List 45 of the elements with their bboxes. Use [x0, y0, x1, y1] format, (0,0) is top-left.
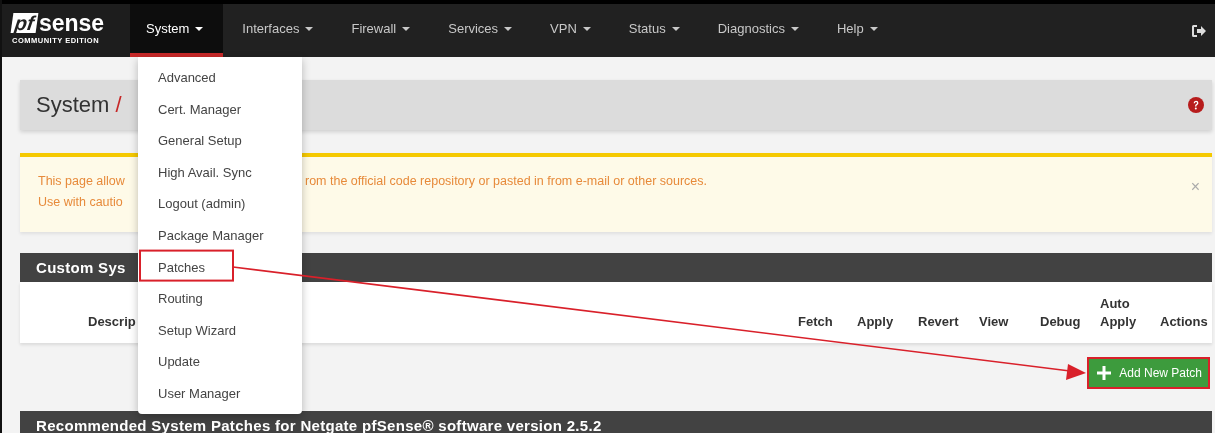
- caret-icon: [305, 26, 314, 31]
- column-header: Revert: [918, 313, 959, 331]
- menu-item[interactable]: Logout (admin): [138, 188, 302, 220]
- column-header: Fetch: [798, 313, 833, 331]
- alert-text: This page allow: [38, 173, 125, 190]
- menu-item[interactable]: Package Manager: [138, 219, 302, 252]
- caret-icon: [504, 26, 513, 31]
- nav-menu-item[interactable]: System: [130, 4, 224, 57]
- menu-item[interactable]: Patches: [138, 251, 302, 284]
- menu-item[interactable]: Routing: [138, 283, 302, 315]
- column-header: Descrip: [88, 313, 136, 331]
- logo-name: sense: [38, 12, 105, 34]
- menu-item[interactable]: High Avail. Sync: [138, 156, 302, 189]
- nav-menu-item[interactable]: Services: [429, 4, 532, 57]
- logo-mark: pf: [10, 13, 39, 33]
- caret-icon: [402, 26, 411, 31]
- caret-icon: [790, 26, 799, 31]
- nav-menu-item[interactable]: Diagnostics: [698, 4, 818, 57]
- alert-text: rom the official code repository or pasted in from e-mail or other sources.: [305, 173, 708, 190]
- column-header: View: [979, 313, 1009, 331]
- column-header: Debug: [1040, 313, 1081, 331]
- menu-item[interactable]: Update: [138, 346, 302, 378]
- column-header: Apply: [857, 313, 894, 331]
- caret-icon: [582, 26, 591, 31]
- menu-item[interactable]: General Setup: [138, 125, 302, 157]
- menu-item[interactable]: Setup Wizard: [138, 314, 302, 347]
- column-header: Auto Apply: [1100, 295, 1138, 331]
- nav-menu-item[interactable]: Status: [609, 4, 699, 57]
- nav-menu-item[interactable]: Firewall: [332, 4, 430, 57]
- nav-menu-item[interactable]: Interfaces: [223, 4, 333, 57]
- caret-icon: [195, 26, 204, 31]
- alert-text: Use with cautio: [38, 194, 123, 211]
- help-icon[interactable]: [1188, 97, 1204, 113]
- logout-icon[interactable]: [1191, 23, 1206, 38]
- menu-item[interactable]: User Manager: [138, 377, 302, 410]
- menu-item[interactable]: Advanced: [138, 62, 302, 94]
- add-patch-button[interactable]: Add New Patch: [1087, 357, 1210, 389]
- caret-icon: [671, 26, 680, 31]
- page-title: System /: [36, 92, 122, 118]
- caret-icon: [869, 26, 878, 31]
- column-header: Actions: [1160, 313, 1208, 331]
- nav-menu-item[interactable]: Help: [817, 4, 897, 57]
- plus-icon: [1097, 366, 1112, 380]
- nav-menu-item[interactable]: VPN: [531, 4, 610, 57]
- menu-item[interactable]: Cert. Manager: [138, 93, 302, 126]
